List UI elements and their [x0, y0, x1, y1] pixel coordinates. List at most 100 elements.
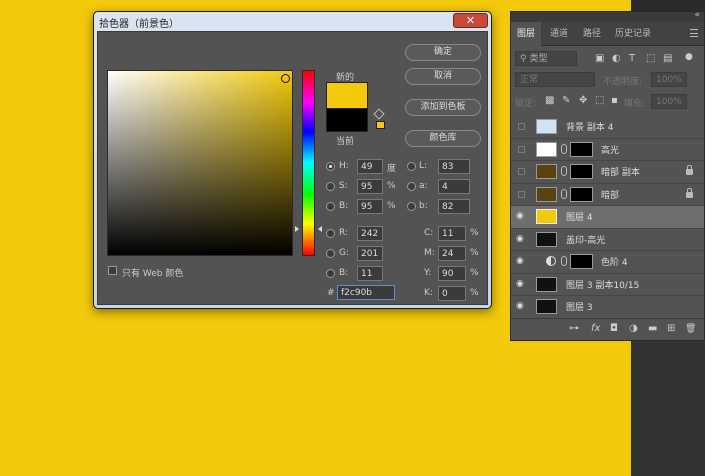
green-radio[interactable]	[326, 249, 335, 258]
eye-icon[interactable]: ◉	[516, 234, 526, 244]
link-layers-icon[interactable]: ⊶	[569, 323, 579, 335]
blue-radio[interactable]	[326, 269, 335, 278]
shape-filter-icon[interactable]: ⬚	[646, 53, 655, 65]
panel-menu-icon[interactable]	[690, 29, 698, 37]
new-layer-icon[interactable]: ⊞	[667, 323, 675, 335]
eye-icon[interactable]: ◉	[516, 279, 526, 289]
mask-link-icon[interactable]	[561, 188, 567, 199]
hue-slider-right-arrow-icon[interactable]	[318, 226, 322, 232]
black-unit: %	[470, 288, 479, 298]
mask-link-icon[interactable]	[561, 256, 567, 266]
visibility-toggle[interactable]	[518, 145, 525, 153]
layer-mask-thumbnail[interactable]	[570, 141, 593, 157]
red-field[interactable]: 242	[357, 226, 383, 241]
yellow-unit: %	[470, 268, 479, 278]
type-filter-icon[interactable]: T	[629, 53, 635, 65]
tab-channels[interactable]: 通道	[544, 22, 574, 46]
lab-b-field[interactable]: 82	[438, 199, 470, 214]
filter-kind-select[interactable]: ⚲ 类型	[515, 51, 577, 66]
layer-row[interactable]: ◉ 图层 3	[511, 296, 704, 319]
visibility-toggle[interactable]	[518, 190, 525, 198]
tab-paths[interactable]: 路径	[577, 22, 607, 46]
brightness-field[interactable]: 95	[357, 199, 383, 214]
ok-button[interactable]: 确定	[405, 44, 481, 61]
color-cursor[interactable]	[281, 74, 290, 83]
green-field[interactable]: 201	[357, 246, 383, 261]
layer-name: 背景 副本 4	[566, 123, 614, 133]
hue-slider[interactable]	[302, 70, 315, 256]
tab-history[interactable]: 历史记录	[610, 22, 656, 46]
red-radio[interactable]	[326, 229, 335, 238]
black-field[interactable]: 0	[438, 286, 466, 301]
layer-row[interactable]: ◉ 色阶 4	[511, 251, 704, 274]
pixel-filter-icon[interactable]: ▣	[595, 53, 604, 65]
layer-row[interactable]: ◉ 盖印-高光	[511, 229, 704, 251]
web-colors-only-checkbox[interactable]	[108, 266, 117, 275]
hue-radio[interactable]	[326, 162, 335, 171]
saturation-brightness-field[interactable]	[107, 70, 293, 256]
hex-field[interactable]: f2c90b	[337, 285, 395, 300]
out-of-web-gamut-cube-icon[interactable]	[373, 108, 385, 120]
layer-row[interactable]: 暗部 副本	[511, 161, 704, 184]
lab-l-field[interactable]: 83	[438, 159, 470, 174]
black-label: K:	[424, 288, 433, 298]
layer-mask-thumbnail[interactable]	[570, 164, 593, 179]
collapse-arrows-icon[interactable]: «	[694, 10, 700, 20]
cancel-button[interactable]: 取消	[405, 68, 481, 85]
blend-mode-select[interactable]: 正常	[515, 72, 595, 87]
visibility-toggle[interactable]	[518, 123, 525, 130]
yellow-field[interactable]: 90	[438, 266, 466, 281]
fx-icon[interactable]: fx	[591, 323, 600, 335]
hue-field[interactable]: 49	[357, 159, 383, 174]
layer-row[interactable]: 背景 副本 4	[511, 116, 704, 139]
layer-row[interactable]: ◉ 图层 3 副本10/15	[511, 274, 704, 296]
levels-adjustment-icon	[546, 256, 556, 266]
lock-artboard-icon[interactable]: ⬚	[595, 95, 604, 107]
eye-icon[interactable]: ◉	[516, 301, 526, 311]
layer-row[interactable]: 暗部	[511, 184, 704, 206]
web-colors-only-label: 只有 Web 颜色	[122, 269, 184, 279]
lab-a-label: a:	[419, 181, 428, 191]
visibility-toggle[interactable]	[518, 168, 525, 175]
smart-object-filter-icon[interactable]: ▤	[663, 53, 672, 65]
layer-row[interactable]: 高光	[511, 139, 704, 161]
new-group-folder-icon[interactable]: ▬	[648, 323, 657, 335]
current-color-swatch[interactable]	[326, 108, 368, 132]
hue-slider-left-arrow-icon[interactable]	[295, 226, 299, 232]
new-adjustment-icon[interactable]: ◑	[629, 323, 638, 335]
tab-layers[interactable]: 图层	[511, 22, 541, 46]
eye-icon[interactable]: ◉	[516, 256, 526, 266]
opacity-input[interactable]: 100%	[651, 72, 687, 87]
blue-field[interactable]: 11	[357, 266, 383, 281]
dialog-body: 新的 当前 确定 取消 添加到色板 颜色库 H: 49 度 S: 95 % B:…	[97, 31, 488, 305]
brightness-radio[interactable]	[326, 202, 335, 211]
eye-icon[interactable]: ◉	[516, 211, 526, 221]
lab-a-radio[interactable]	[407, 182, 416, 191]
color-libraries-button[interactable]: 颜色库	[405, 130, 481, 147]
add-mask-icon[interactable]: ◘	[610, 323, 618, 335]
lab-a-field[interactable]: 4	[438, 179, 470, 194]
saturation-field[interactable]: 95	[357, 179, 383, 194]
saturation-radio[interactable]	[326, 182, 335, 191]
cyan-field[interactable]: 11	[438, 226, 466, 241]
lock-position-icon[interactable]: ✥	[579, 95, 587, 107]
mask-link-icon[interactable]	[561, 143, 567, 154]
lab-l-radio[interactable]	[407, 162, 416, 171]
filter-toggle-icon[interactable]: ●	[685, 51, 693, 63]
web-safe-color-swatch[interactable]	[376, 121, 385, 129]
fill-input[interactable]: 100%	[651, 94, 687, 109]
lock-image-icon[interactable]: ✎	[562, 95, 570, 107]
add-to-swatches-button[interactable]: 添加到色板	[405, 99, 481, 116]
mask-link-icon[interactable]	[561, 166, 567, 176]
layer-thumbnail	[536, 119, 557, 134]
layer-row[interactable]: ◉ 图层 4	[511, 206, 704, 229]
lock-all-icon[interactable]: ▪	[611, 95, 618, 107]
close-button[interactable]: ✕	[453, 13, 488, 28]
lab-b-radio[interactable]	[407, 202, 416, 211]
magenta-field[interactable]: 24	[438, 246, 466, 261]
layer-mask-thumbnail[interactable]	[570, 186, 593, 202]
trash-icon[interactable]: 🗑	[685, 323, 696, 335]
lock-transparent-icon[interactable]: ▩	[545, 95, 554, 107]
layer-mask-thumbnail[interactable]	[570, 254, 593, 269]
adjustment-filter-icon[interactable]: ◐	[612, 53, 621, 65]
